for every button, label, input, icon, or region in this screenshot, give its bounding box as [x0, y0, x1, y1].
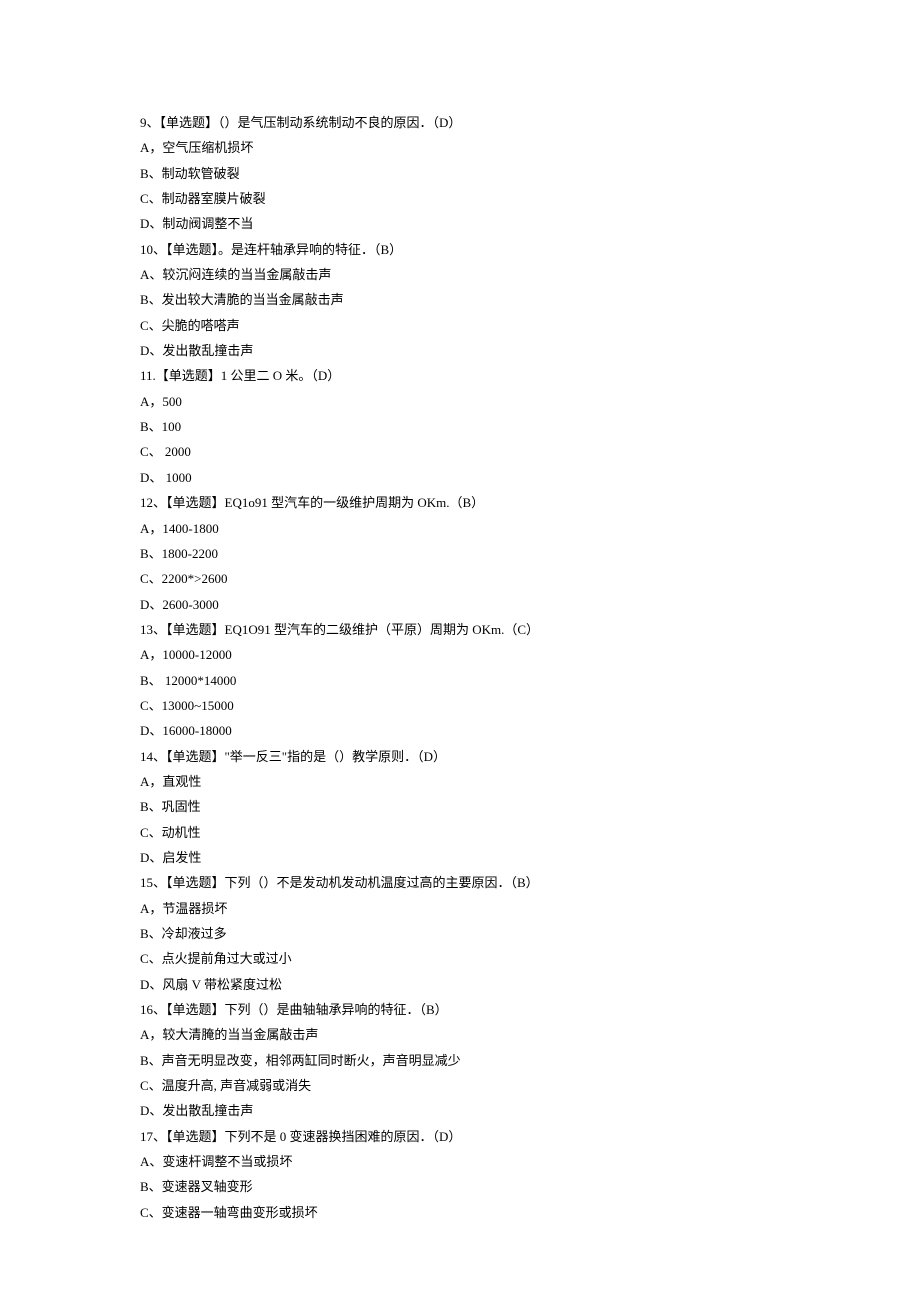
question-option: C、点火提前角过大或过小	[140, 946, 780, 971]
question-option: D、发出散乱撞击声	[140, 1098, 780, 1123]
question-stem: 14、【单选题】"举一反三"指的是（）教学原则．（D）	[140, 744, 780, 769]
question-block: 14、【单选题】"举一反三"指的是（）教学原则．（D）A，直观性B、巩固性C、动…	[140, 744, 780, 871]
document-page: 9、【单选题】（）是气压制动系统制动不良的原因．（D）A，空气压缩机损坏B、制动…	[0, 0, 920, 1285]
question-option: D、风扇 V 带松紧度过松	[140, 972, 780, 997]
question-stem: 16、【单选题】下列（）是曲轴轴承异响的特征．（B）	[140, 997, 780, 1022]
question-block: 16、【单选题】下列（）是曲轴轴承异响的特征．（B）A，较大清腌的当当金属敲击声…	[140, 997, 780, 1124]
question-option: A，10000-12000	[140, 642, 780, 667]
question-option: B、1800-2200	[140, 541, 780, 566]
question-block: 13、【单选题】EQ1O91 型汽车的二级维护（平原）周期为 OKm.（C）A，…	[140, 617, 780, 744]
question-option: C、2200*>2600	[140, 566, 780, 591]
question-option: D、启发性	[140, 845, 780, 870]
question-block: 10、【单选题】。是连杆轴承异响的特征．（B）A、较沉闷连续的当当金属敲击声B、…	[140, 237, 780, 364]
question-stem: 11.【单选题】1 公里二 O 米。（D）	[140, 363, 780, 388]
question-option: C、13000~15000	[140, 693, 780, 718]
question-option: A、变速杆调整不当或损坏	[140, 1149, 780, 1174]
question-list: 9、【单选题】（）是气压制动系统制动不良的原因．（D）A，空气压缩机损坏B、制动…	[140, 110, 780, 1225]
question-stem: 13、【单选题】EQ1O91 型汽车的二级维护（平原）周期为 OKm.（C）	[140, 617, 780, 642]
question-stem: 10、【单选题】。是连杆轴承异响的特征．（B）	[140, 237, 780, 262]
question-option: B、制动软管破裂	[140, 161, 780, 186]
question-option: C、 2000	[140, 439, 780, 464]
question-stem: 12、【单选题】EQ1o91 型汽车的一级维护周期为 OKm.（B）	[140, 490, 780, 515]
question-option: D、制动阀调整不当	[140, 211, 780, 236]
question-option: D、 1000	[140, 465, 780, 490]
question-block: 17、【单选题】下列不是 0 变速器换挡困难的原因．（D）A、变速杆调整不当或损…	[140, 1124, 780, 1225]
question-option: C、变速器一轴弯曲变形或损坏	[140, 1200, 780, 1225]
question-option: A，空气压缩机损坏	[140, 135, 780, 160]
question-option: A、较沉闷连续的当当金属敲击声	[140, 262, 780, 287]
question-option: B、100	[140, 414, 780, 439]
question-stem: 17、【单选题】下列不是 0 变速器换挡困难的原因．（D）	[140, 1124, 780, 1149]
question-option: D、2600-3000	[140, 592, 780, 617]
question-option: A，500	[140, 389, 780, 414]
question-option: B、冷却液过多	[140, 921, 780, 946]
question-option: A，1400-1800	[140, 516, 780, 541]
question-option: A，较大清腌的当当金属敲击声	[140, 1022, 780, 1047]
question-block: 15、【单选题】下列（）不是发动机发动机温度过高的主要原因．（B）A，节温器损坏…	[140, 870, 780, 997]
question-option: B、巩固性	[140, 794, 780, 819]
question-option: B、 12000*14000	[140, 668, 780, 693]
question-option: C、动机性	[140, 820, 780, 845]
question-option: C、制动器室膜片破裂	[140, 186, 780, 211]
question-option: B、变速器叉轴变形	[140, 1174, 780, 1199]
question-block: 12、【单选题】EQ1o91 型汽车的一级维护周期为 OKm.（B）A，1400…	[140, 490, 780, 617]
question-option: A，节温器损坏	[140, 896, 780, 921]
question-stem: 15、【单选题】下列（）不是发动机发动机温度过高的主要原因．（B）	[140, 870, 780, 895]
question-block: 11.【单选题】1 公里二 O 米。（D）A，500B、100C、 2000D、…	[140, 363, 780, 490]
question-option: C、温度升高, 声音减弱或消失	[140, 1073, 780, 1098]
question-option: B、声音无明显改变，相邻两缸同时断火，声音明显减少	[140, 1048, 780, 1073]
question-stem: 9、【单选题】（）是气压制动系统制动不良的原因．（D）	[140, 110, 780, 135]
question-option: A，直观性	[140, 769, 780, 794]
question-block: 9、【单选题】（）是气压制动系统制动不良的原因．（D）A，空气压缩机损坏B、制动…	[140, 110, 780, 237]
question-option: D、16000-18000	[140, 718, 780, 743]
question-option: B、发出较大清脆的当当金属敲击声	[140, 287, 780, 312]
question-option: D、发出散乱撞击声	[140, 338, 780, 363]
question-option: C、尖脆的嗒嗒声	[140, 313, 780, 338]
